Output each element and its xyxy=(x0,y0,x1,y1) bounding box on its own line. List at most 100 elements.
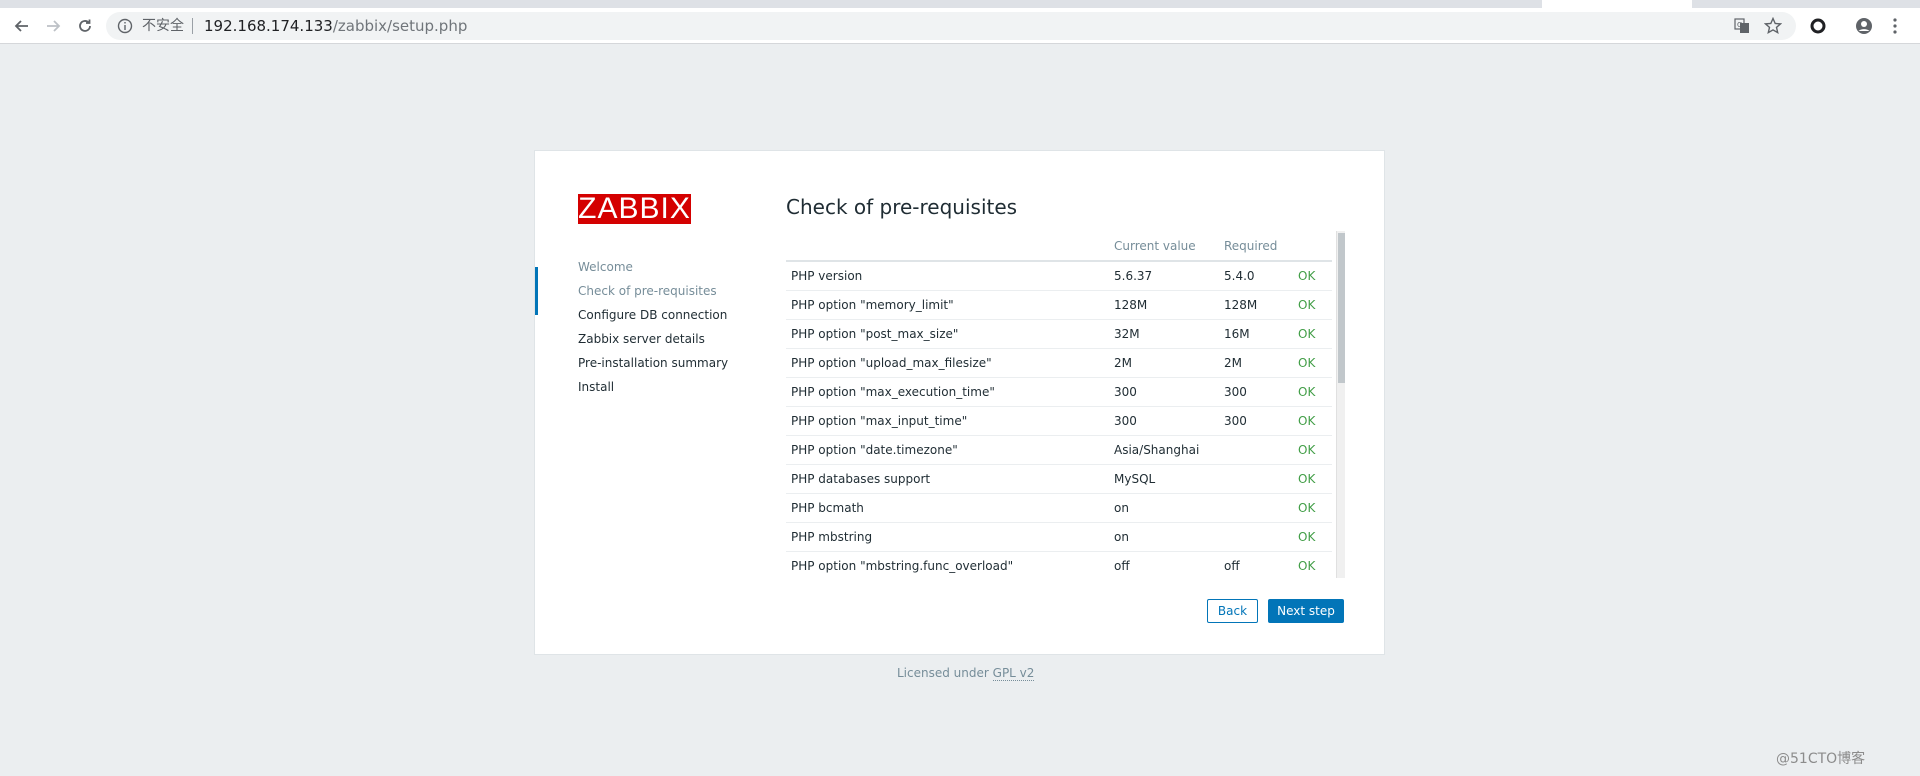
reload-button[interactable] xyxy=(71,12,99,40)
profile-icon[interactable] xyxy=(1855,17,1873,35)
table-row: PHP option "mbstring.func_overload" off of… xyxy=(786,551,1332,578)
result-cell: OK xyxy=(1293,406,1332,436)
back-nav-button[interactable] xyxy=(8,12,36,40)
current-value-cell: 5.6.37 xyxy=(1109,261,1219,291)
current-value-cell: 2M xyxy=(1109,348,1219,378)
license-text: Licensed under GPL v2 xyxy=(897,666,1035,681)
url-text[interactable]: 192.168.174.133/zabbix/setup.php xyxy=(204,17,467,35)
setup-step-item: Zabbix server details xyxy=(578,332,705,346)
setup-step-item: Configure DB connection xyxy=(578,308,728,322)
browser-toolbar: 不安全 192.168.174.133/zabbix/setup.php G xyxy=(0,8,1920,44)
result-cell: OK xyxy=(1293,377,1332,407)
setup-step-item: Pre-installation summary xyxy=(578,356,729,370)
current-value-cell: MySQL xyxy=(1109,464,1219,494)
table-row: PHP option "max_execution_time" 300 300 OK xyxy=(786,377,1332,407)
current-value-cell: Asia/Shanghai xyxy=(1109,435,1219,465)
current-value-cell: on xyxy=(1109,493,1219,523)
current-value-cell: off xyxy=(1109,551,1219,578)
back-button[interactable]: Back xyxy=(1207,599,1258,623)
prereq-table-container[interactable]: Current value Required PHP version 5.6.37… xyxy=(786,231,1345,578)
table-row: PHP bcmath on OK xyxy=(786,493,1332,523)
result-cell: OK xyxy=(1293,493,1332,523)
result-cell: OK xyxy=(1293,464,1332,494)
setup-step-item: Check of pre-requisites xyxy=(535,267,728,315)
requirement-name-cell: PHP option "max_input_time" xyxy=(786,406,1109,436)
table-scrollbar[interactable] xyxy=(1336,231,1345,578)
requirement-name-cell: PHP option "max_execution_time" xyxy=(786,377,1109,407)
scrollbar-thumb[interactable] xyxy=(1338,233,1345,383)
requirement-name-cell: PHP option "date.timezone" xyxy=(786,435,1109,465)
prereq-table: Current value Required PHP version 5.6.37… xyxy=(786,231,1332,578)
requirement-name-cell: PHP databases support xyxy=(786,464,1109,494)
setup-step-item: Install xyxy=(578,380,615,394)
required-value-cell: 16M xyxy=(1219,319,1293,349)
required-value-cell xyxy=(1219,464,1293,494)
result-cell: OK xyxy=(1293,551,1332,578)
requirement-name-cell: PHP option "post_max_size" xyxy=(786,319,1109,349)
required-value-cell: off xyxy=(1219,551,1293,578)
gpl-link[interactable]: GPL v2 xyxy=(992,666,1035,681)
current-value-cell: 300 xyxy=(1109,377,1219,407)
required-value-cell xyxy=(1219,493,1293,523)
table-row: PHP option "max_input_time" 300 300 OK xyxy=(786,406,1332,436)
current-value-cell: 128M xyxy=(1109,290,1219,320)
zabbix-logo: ZABBIX xyxy=(578,192,691,225)
table-row: PHP databases support MySQL OK xyxy=(786,464,1332,494)
column-header xyxy=(786,231,1109,262)
url-path: /zabbix/setup.php xyxy=(332,17,468,35)
required-value-cell: 2M xyxy=(1219,348,1293,378)
next-step-button[interactable]: Next step xyxy=(1268,599,1344,623)
column-header xyxy=(1293,231,1332,262)
required-value-cell: 300 xyxy=(1219,377,1293,407)
current-value-cell: 32M xyxy=(1109,319,1219,349)
requirement-name-cell: PHP option "upload_max_filesize" xyxy=(786,348,1109,378)
arrow-left-icon xyxy=(14,20,28,32)
requirement-name-cell: PHP option "memory_limit" xyxy=(786,290,1109,320)
reload-icon xyxy=(79,19,91,32)
column-header-required: Required xyxy=(1219,231,1293,262)
table-row: PHP mbstring on OK xyxy=(786,522,1332,552)
star-icon[interactable] xyxy=(1764,17,1782,35)
table-row: PHP option "upload_max_filesize" 2M 2M OK xyxy=(786,348,1332,378)
setup-card: ZABBIX Welcome Check of pre-requisites Con… xyxy=(534,150,1385,655)
result-cell: OK xyxy=(1293,348,1332,378)
column-header-current-value: Current value xyxy=(1109,231,1219,262)
table-header-row: Current value Required xyxy=(786,231,1332,262)
svg-text:G: G xyxy=(1737,21,1742,29)
required-value-cell: 300 xyxy=(1219,406,1293,436)
arrow-right-icon xyxy=(47,20,61,32)
setup-step-item: Welcome xyxy=(578,260,633,274)
url-host: 192.168.174.133 xyxy=(204,17,333,35)
result-cell: OK xyxy=(1293,290,1332,320)
setup-steps-nav: Welcome Check of pre-requisites Configure … xyxy=(535,255,728,399)
result-cell: OK xyxy=(1293,522,1332,552)
extension-icon[interactable] xyxy=(1810,18,1826,34)
required-value-cell xyxy=(1219,435,1293,465)
address-bar[interactable]: 不安全 192.168.174.133/zabbix/setup.php G xyxy=(106,12,1796,40)
table-row: PHP version 5.6.37 5.4.0 OK xyxy=(786,261,1332,291)
translate-icon[interactable]: G xyxy=(1734,18,1750,34)
forward-nav-button[interactable] xyxy=(39,12,67,40)
current-value-cell: 300 xyxy=(1109,406,1219,436)
required-value-cell xyxy=(1219,522,1293,552)
table-row: PHP option "date.timezone" Asia/Shanghai O… xyxy=(786,435,1332,465)
security-label: 不安全 xyxy=(142,18,184,34)
more-menu-icon[interactable] xyxy=(1892,17,1898,35)
result-cell: OK xyxy=(1293,435,1332,465)
current-value-cell: on xyxy=(1109,522,1219,552)
divider xyxy=(192,18,193,34)
watermark: @51CTO博客 xyxy=(1776,751,1866,767)
required-value-cell: 5.4.0 xyxy=(1219,261,1293,291)
table-row: PHP option "memory_limit" 128M 128M OK xyxy=(786,290,1332,320)
required-value-cell: 128M xyxy=(1219,290,1293,320)
info-icon[interactable] xyxy=(117,18,133,34)
table-row: PHP option "post_max_size" 32M 16M OK xyxy=(786,319,1332,349)
requirement-name-cell: PHP option "mbstring.func_overload" xyxy=(786,551,1109,578)
result-cell: OK xyxy=(1293,261,1332,291)
result-cell: OK xyxy=(1293,319,1332,349)
license-prefix: Licensed under xyxy=(897,666,993,680)
page-title: Check of pre-requisites xyxy=(786,195,1018,219)
requirement-name-cell: PHP bcmath xyxy=(786,493,1109,523)
requirement-name-cell: PHP version xyxy=(786,261,1109,291)
requirement-name-cell: PHP mbstring xyxy=(786,522,1109,552)
